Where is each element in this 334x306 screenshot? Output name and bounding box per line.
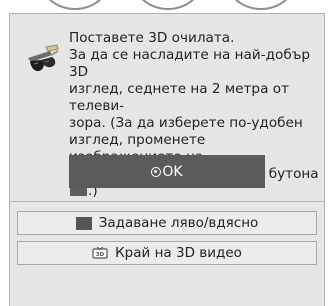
3d-tv-icon: 3D — [92, 246, 108, 259]
top-circle-button-center[interactable] — [133, 0, 203, 10]
button-swatch-icon — [75, 216, 92, 230]
3d-glasses-icon — [28, 44, 59, 72]
ok-label: OK — [162, 163, 183, 180]
top-circle-button-right[interactable] — [226, 0, 296, 10]
left-right-button[interactable]: Задаване ляво/вдясно — [17, 211, 317, 235]
ok-circle-icon — [151, 166, 162, 177]
3d-glasses-dialog: Поставете 3D очилата. За да се насладите… — [9, 13, 325, 306]
end-3d-video-label: Край на 3D видео — [115, 245, 242, 261]
screen: Поставете 3D очилата. За да се насладите… — [0, 0, 334, 306]
top-circle-button-left[interactable] — [40, 0, 110, 10]
end-3d-video-button[interactable]: 3D Край на 3D видео — [17, 241, 317, 265]
divider — [10, 201, 324, 202]
ok-button[interactable]: OK — [69, 155, 265, 188]
left-right-label: Задаване ляво/вдясно — [98, 215, 259, 231]
svg-text:3D: 3D — [96, 252, 105, 258]
